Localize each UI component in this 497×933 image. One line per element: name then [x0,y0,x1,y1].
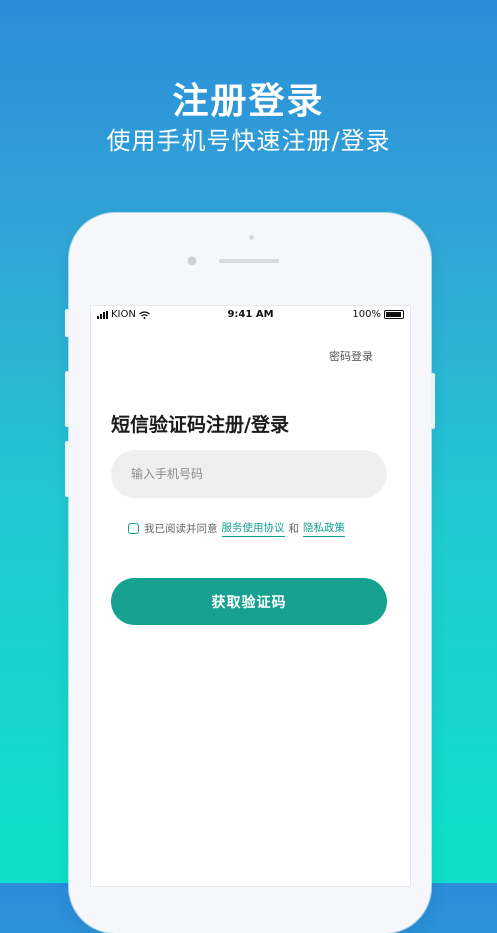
battery-percent: 100% [352,309,381,320]
agreement-row: 我已阅读并同意 服务使用协议 和 隐私政策 [128,520,345,537]
battery-icon [384,310,404,319]
agree-checkbox[interactable] [128,523,139,534]
agree-prefix-text: 我已阅读并同意 [144,523,218,535]
phone-mockup: KION 9:41 AM 100% 密码登录 短信验证码注册/登录 我已阅读并同… [65,213,435,933]
phone-power-button [431,373,435,429]
get-code-button[interactable]: 获取验证码 [111,578,387,625]
form-title: 短信验证码注册/登录 [111,414,289,436]
earpiece-speaker [219,259,279,263]
terms-link[interactable]: 服务使用协议 [221,520,285,537]
phone-side-button [65,309,69,337]
page-subheadline: 使用手机号快速注册/登录 [106,127,391,155]
phone-volume-up [65,371,69,427]
front-camera [187,256,197,266]
password-login-link[interactable]: 密码登录 [329,348,373,364]
phone-volume-down [65,441,69,497]
and-text: 和 [288,523,300,535]
privacy-policy-link[interactable]: 隐私政策 [303,520,345,537]
phone-screen: KION 9:41 AM 100% 密码登录 短信验证码注册/登录 我已阅读并同… [90,305,411,887]
status-right: 100% [352,309,404,320]
camera-dot [249,235,254,240]
phone-number-input[interactable] [111,450,387,498]
page-headline: 注册登录 [172,81,325,122]
status-bar: KION 9:41 AM 100% [91,306,410,324]
